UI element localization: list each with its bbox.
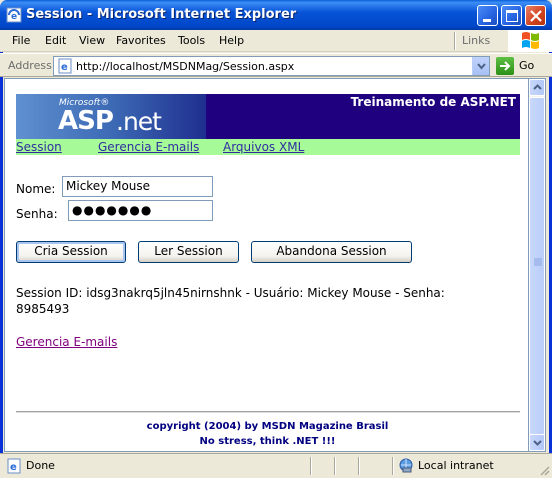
menu-favorites[interactable]: Favorites: [116, 34, 166, 47]
session-info-line2: 8985493: [16, 302, 70, 316]
svg-text:e: e: [61, 62, 68, 73]
status-separator: [334, 457, 336, 475]
status-separator: [358, 457, 360, 475]
security-zone: Local intranet: [418, 459, 494, 472]
nav-link-gerencia-emails[interactable]: Gerencia E-mails: [98, 140, 199, 154]
page-done-icon: e: [6, 458, 22, 474]
logo-asp: ASP: [58, 106, 114, 136]
session-info: Session ID: idsg3nakrq5jln45nirnshnk - U…: [16, 285, 516, 317]
windows-logo-icon: [508, 30, 552, 52]
nav-link-arquivos-xml[interactable]: Arquivos XML: [223, 140, 304, 154]
nav-link-session[interactable]: Session: [16, 140, 62, 154]
abandon-session-button[interactable]: Abandona Session: [251, 241, 412, 263]
maximize-button[interactable]: [501, 5, 522, 26]
status-text: Done: [26, 459, 55, 472]
ie-page-icon: e: [6, 7, 22, 23]
local-intranet-icon: [398, 457, 414, 473]
links-button[interactable]: Links: [462, 34, 490, 47]
menu-separator: [454, 32, 456, 50]
footer-divider: [16, 411, 520, 413]
address-label: Address: [8, 59, 52, 72]
create-session-button[interactable]: Cria Session: [16, 241, 126, 263]
menu-tools[interactable]: Tools: [178, 34, 205, 47]
password-label: Senha:: [16, 207, 58, 221]
address-dropdown-button[interactable]: [472, 57, 489, 75]
logo-net: .net: [116, 107, 162, 136]
menu-view[interactable]: View: [79, 34, 105, 47]
go-arrow-icon[interactable]: [496, 57, 514, 75]
page-icon: e: [57, 58, 73, 74]
title-bar[interactable]: e Session - Microsoft Internet Explorer: [0, 0, 552, 30]
svg-text:e: e: [10, 462, 17, 473]
site-banner: Microsoft® ASP .net Treinamento de ASP.N…: [16, 94, 520, 139]
site-nav: Session Gerencia E-mails Arquivos XML: [16, 139, 520, 155]
scroll-thumb[interactable]: [529, 97, 545, 435]
scroll-up-button[interactable]: [529, 79, 545, 96]
window-title: Session - Microsoft Internet Explorer: [26, 7, 297, 22]
go-button[interactable]: Go: [519, 59, 534, 72]
read-session-button[interactable]: Ler Session: [138, 241, 239, 263]
name-input[interactable]: Mickey Mouse: [62, 176, 213, 197]
scroll-down-button[interactable]: [529, 434, 545, 451]
session-info-line1: Session ID: idsg3nakrq5jln45nirnshnk - U…: [16, 286, 445, 300]
menu-edit[interactable]: Edit: [45, 34, 66, 47]
resize-grip-icon[interactable]: [538, 464, 550, 476]
address-input[interactable]: e http://localhost/MSDNMag/Session.aspx: [53, 56, 490, 76]
gerencia-emails-link[interactable]: Gerencia E-mails: [16, 335, 117, 349]
status-separator: [392, 457, 394, 475]
address-url: http://localhost/MSDNMag/Session.aspx: [76, 60, 295, 73]
vertical-scrollbar[interactable]: [529, 78, 546, 452]
asp-net-logo: Microsoft® ASP .net: [16, 94, 206, 139]
footer-slogan: No stress, think .NET !!!: [199, 436, 336, 447]
menu-help[interactable]: Help: [219, 34, 244, 47]
address-bar: Address e http://localhost/MSDNMag/Sessi…: [0, 53, 552, 77]
status-separator: [310, 457, 312, 475]
status-bar: e Done Local intranet: [0, 453, 552, 478]
minimize-button[interactable]: [477, 5, 498, 26]
close-button[interactable]: [525, 5, 546, 26]
footer-copyright: copyright (2004) by MSDN Magazine Brasil: [146, 421, 389, 432]
menu-file[interactable]: File: [12, 34, 30, 47]
banner-title: Treinamento de ASP.NET: [350, 95, 516, 109]
browser-viewport: Microsoft® ASP .net Treinamento de ASP.N…: [4, 78, 529, 452]
window-border-left: [0, 30, 3, 478]
password-input[interactable]: ●●●●●●●: [68, 200, 213, 221]
svg-text:e: e: [11, 12, 17, 22]
name-label: Nome:: [16, 182, 56, 196]
menu-bar: File Edit View Favorites Tools Help Link…: [0, 30, 552, 52]
